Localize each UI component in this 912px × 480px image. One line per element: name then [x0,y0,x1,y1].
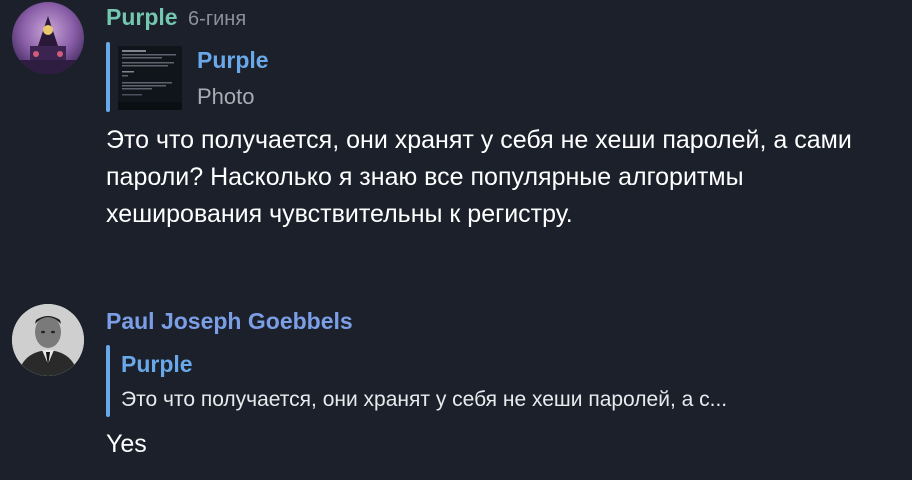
avatar[interactable] [12,304,84,376]
reply-preview-text: Photo [197,84,255,109]
message-paul: Paul Joseph Goebbels Purple Это что полу… [0,300,912,480]
reply-author: Purple [197,47,269,73]
purple-avatar-image [12,2,84,74]
reply-bar [106,345,110,417]
message-purple: Purple 6-гиня Purple Photo Это что получ… [0,0,912,280]
reply-bar [106,42,110,112]
message-header: Purple 6-гиня [106,4,246,31]
avatar[interactable] [12,2,84,74]
sender-name[interactable]: Purple [106,4,178,30]
message-header: Paul Joseph Goebbels [106,308,353,335]
reply-quote[interactable]: Purple Это что получается, они хранят у … [106,345,906,417]
reply-quote[interactable]: Purple Photo [106,42,406,112]
message-text: Yes [106,430,147,458]
reply-preview-text: Это что получается, они хранят у себя не… [121,388,728,411]
reply-author: Purple [121,351,193,377]
timestamp: 6-гиня [188,8,247,30]
chat-history: Purple 6-гиня Purple Photo Это что получ… [0,0,912,480]
portrait-avatar-image [12,304,84,376]
sender-name[interactable]: Paul Joseph Goebbels [106,308,353,334]
message-text: Это что получается, они хранят у себя не… [106,126,852,228]
photo-thumbnail-icon [118,46,182,110]
